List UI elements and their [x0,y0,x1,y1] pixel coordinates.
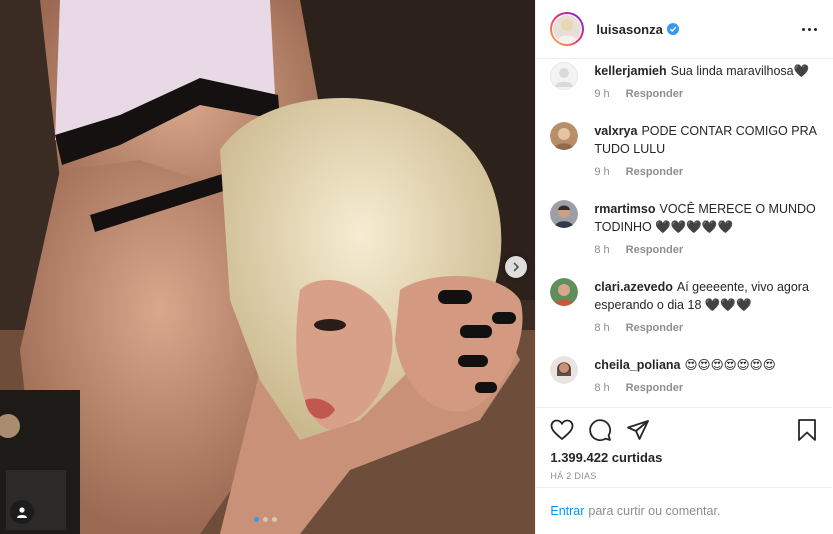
comment-username[interactable]: valxrya [594,124,637,138]
reply-button[interactable]: Responder [626,88,683,100]
avatar-image [550,122,579,150]
post-actions: 1.399.422 curtidas HÁ 2 DIAS [536,407,833,481]
post-header: luisasonza [536,0,833,59]
more-options-button[interactable] [800,22,819,37]
comment-username[interactable]: cheila_poliana [594,358,680,372]
comment-button[interactable] [588,418,612,442]
more-dot [814,27,817,31]
post-photo[interactable] [0,0,536,534]
comment-avatar[interactable] [550,122,579,150]
like-button[interactable] [550,419,574,441]
photo-illustration [0,0,536,534]
comment-avatar[interactable] [550,62,579,90]
avatar-image [550,356,579,384]
comment-item: clari.azevedo Aí geeeente, vivo agora esp… [550,278,820,334]
avatar-image [550,200,579,228]
reply-button[interactable]: Responder [626,322,683,334]
more-dot [802,27,805,31]
comment-text-line: valxrya PODE CONTAR COMIGO PRA TUDO LULU [594,122,820,158]
avatar-inner [552,14,583,44]
carousel-dot [254,517,259,522]
user-icon [17,507,27,518]
reply-button[interactable]: Responder [626,166,683,178]
comments-list[interactable]: kellerjamieh Sua linda maravilhosa🖤 9 h R… [536,60,832,406]
post-username[interactable]: luisasonza [596,22,662,37]
comment-meta: 8 h Responder [594,322,820,334]
comment-time[interactable]: 8 h [594,382,609,394]
likes-count[interactable]: 1.399.422 curtidas [550,450,818,465]
bookmark-icon [798,419,817,441]
comment-username[interactable]: kellerjamieh [594,64,666,78]
comment-item: kellerjamieh Sua linda maravilhosa🖤 9 h R… [550,62,820,100]
comment-meta: 9 h Responder [594,88,809,100]
heart-icon [550,419,574,441]
comment-item: rmartimso VOCÊ MERECE O MUNDO TODINHO 🖤🖤🖤… [550,200,820,256]
comment-content: kellerjamieh Sua linda maravilhosa🖤 9 h R… [594,62,809,100]
comment-time[interactable]: 9 h [594,166,609,178]
post-timestamp[interactable]: HÁ 2 DIAS [550,471,818,481]
speech-bubble-icon [589,419,612,442]
login-prompt: Entrar para curtir ou comentar. [536,487,833,534]
comment-username[interactable]: rmartimso [594,202,655,216]
avatar-image [550,62,579,90]
share-button[interactable] [626,418,650,442]
action-bar [550,414,818,446]
more-dot [808,27,811,31]
login-prompt-text: para curtir ou comentar. [588,504,721,518]
comment-username[interactable]: clari.azevedo [594,280,673,294]
instagram-post: luisasonza kellerjamieh Sua linda maravi… [0,0,833,534]
tagged-users-button[interactable] [10,500,34,524]
comment-text: Sua linda maravilhosa🖤 [670,64,810,78]
comment-avatar[interactable] [550,356,579,384]
comment-item: cheila_poliana 😍😍😍😍😍😍😍 8 h Responder [550,356,820,394]
chevron-right-icon [513,262,520,272]
comment-time[interactable]: 8 h [594,244,609,256]
comment-text-line: rmartimso VOCÊ MERECE O MUNDO TODINHO 🖤🖤🖤… [594,200,820,236]
comment-avatar[interactable] [550,200,579,228]
comment-text-line: kellerjamieh Sua linda maravilhosa🖤 [594,62,809,80]
comment-meta: 8 h Responder [594,382,775,394]
comment-meta: 9 h Responder [594,166,820,178]
carousel-indicator [254,517,277,522]
paper-plane-icon [627,420,650,440]
comment-avatar[interactable] [550,278,579,306]
comment-content: clari.azevedo Aí geeeente, vivo agora esp… [594,278,820,334]
verified-badge-icon [666,23,679,35]
comment-item: valxrya PODE CONTAR COMIGO PRA TUDO LULU … [550,122,820,178]
comment-time[interactable]: 8 h [594,322,609,334]
reply-button[interactable]: Responder [626,382,683,394]
comment-text: 😍😍😍😍😍😍😍 [684,358,776,372]
comment-content: rmartimso VOCÊ MERECE O MUNDO TODINHO 🖤🖤🖤… [594,200,820,256]
login-link[interactable]: Entrar [550,504,584,518]
comment-content: valxrya PODE CONTAR COMIGO PRA TUDO LULU … [594,122,820,178]
post-side-panel: luisasonza kellerjamieh Sua linda maravi… [535,0,833,534]
avatar-image [553,15,582,43]
comment-meta: 8 h Responder [594,244,820,256]
carousel-dot [263,517,268,522]
comment-content: cheila_poliana 😍😍😍😍😍😍😍 8 h Responder [594,356,775,394]
comment-text-line: clari.azevedo Aí geeeente, vivo agora esp… [594,278,820,314]
next-slide-button[interactable] [505,256,527,278]
profile-avatar[interactable] [550,12,585,46]
save-button[interactable] [796,418,818,442]
reply-button[interactable]: Responder [626,244,683,256]
carousel-dot [272,517,277,522]
comment-time[interactable]: 9 h [594,88,609,100]
comment-text-line: cheila_poliana 😍😍😍😍😍😍😍 [594,356,775,374]
avatar-image [550,278,579,306]
